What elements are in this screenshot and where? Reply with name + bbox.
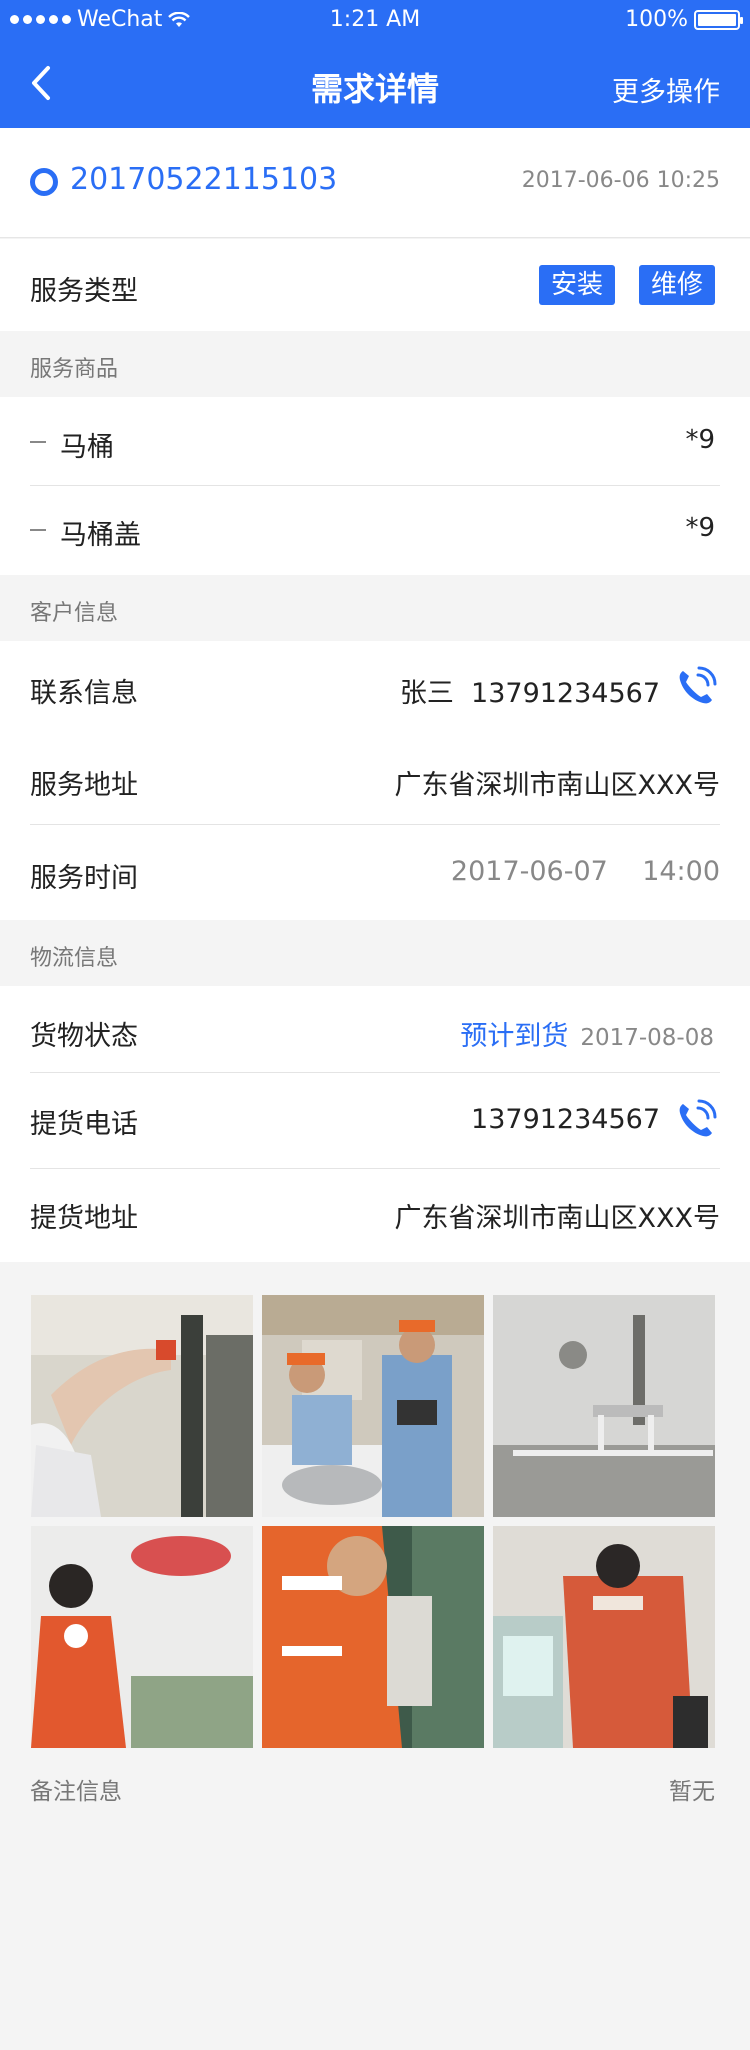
photo-worker-vest[interactable] (262, 1526, 484, 1748)
status-ring-icon (30, 168, 58, 196)
goods-status-value: 预计到货 2017-08-08 (460, 1014, 714, 1053)
service-time-row: 服务时间 2017-06-07 14:00 (0, 826, 750, 920)
service-address-row: 服务地址 广东省深圳市南山区XXX号 (0, 733, 750, 826)
product-qty: *9 (685, 513, 715, 543)
service-date: 2017-06-07 (450, 856, 608, 887)
pickup-phone-value: 13791234567 (471, 1104, 660, 1135)
contact-name: 张三 (399, 678, 454, 709)
photo-worker-room[interactable] (493, 1526, 715, 1748)
tag-repair: 维修 (638, 265, 715, 305)
order-datetime: 2017-06-06 10:25 (521, 168, 720, 193)
pickup-address-value: 广东省深圳市南山区XXX号 (394, 1203, 721, 1234)
pickup-address-row: 提货地址 广东省深圳市南山区XXX号 (0, 1168, 750, 1262)
list-item: 马桶盖 *9 (0, 485, 750, 573)
pickup-phone-label: 提货电话 (30, 1109, 138, 1140)
customer-info: 联系信息 张三 13791234567 服务地址 广东省深圳市南山区XXX号 服… (0, 641, 750, 920)
contact-row: 联系信息 张三 13791234567 (0, 641, 750, 733)
service-time-value: 2017-06-07 14:00 (451, 856, 720, 887)
product-name: 马桶盖 (60, 520, 141, 551)
dash-icon (30, 529, 46, 531)
pickup-phone-row: 提货电话 13791234567 (0, 1072, 750, 1168)
section-header-logistics: 物流信息 (0, 920, 750, 986)
contact-phone: 13791234567 (471, 678, 660, 709)
contact-label: 联系信息 (30, 678, 138, 709)
product-qty: *9 (685, 425, 715, 455)
product-list: 马桶 *9 马桶盖 *9 (0, 397, 750, 575)
goods-status-label: 货物状态 (30, 1021, 138, 1052)
nav-bar: 需求详情 更多操作 (0, 40, 750, 128)
more-actions-button[interactable]: 更多操作 (612, 70, 720, 109)
goods-status-date: 2017-08-08 (580, 1025, 714, 1051)
photo-grid (0, 1262, 750, 1792)
phone-icon[interactable] (674, 1098, 718, 1142)
section-title-logistics: 物流信息 (30, 946, 119, 971)
battery-percent: 100% (625, 7, 688, 32)
status-right: 100% (625, 7, 743, 32)
order-header: 20170522115103 2017-06-06 10:25 (0, 128, 750, 238)
goods-status-row: 货物状态 预计到货 2017-08-08 (0, 986, 750, 1072)
goods-status: 预计到货 (460, 1021, 569, 1052)
phone-icon[interactable] (674, 665, 718, 709)
divider (30, 824, 720, 825)
service-time-label: 服务时间 (30, 863, 138, 894)
service-type-row: 服务类型 安装 维修 (0, 239, 750, 331)
remarks-label: 备注信息 (30, 1779, 122, 1805)
photo-wall-pipes[interactable] (493, 1295, 715, 1517)
photo-window-installation[interactable] (31, 1295, 253, 1517)
photo-worker-ceiling[interactable] (31, 1526, 253, 1748)
order-number: 20170522115103 (70, 162, 338, 197)
remarks-row: 备注信息 暂无 (0, 1760, 750, 1820)
photo-kitchen-workers[interactable] (262, 1295, 484, 1517)
section-header-products: 服务商品 (0, 331, 750, 397)
tag-install: 安装 (538, 265, 615, 305)
status-bar: WeChat 1:21 AM 100% (0, 0, 750, 40)
dash-icon (30, 441, 46, 443)
service-address-label: 服务地址 (30, 770, 138, 801)
battery-icon (694, 9, 743, 30)
section-header-customer: 客户信息 (0, 575, 750, 641)
product-name: 马桶 (60, 432, 114, 463)
section-title-customer: 客户信息 (30, 601, 119, 626)
service-address-value: 广东省深圳市南山区XXX号 (394, 770, 721, 801)
remarks-value: 暂无 (669, 1779, 715, 1805)
logistics-info: 货物状态 预计到货 2017-08-08 提货电话 13791234567 提货地… (0, 986, 750, 1262)
pickup-address-label: 提货地址 (30, 1203, 138, 1234)
service-type-label: 服务类型 (30, 276, 138, 307)
service-time: 14:00 (642, 856, 720, 887)
section-title-products: 服务商品 (30, 357, 119, 382)
list-item: 马桶 *9 (0, 397, 750, 485)
contact-value: 张三 13791234567 (400, 671, 660, 710)
